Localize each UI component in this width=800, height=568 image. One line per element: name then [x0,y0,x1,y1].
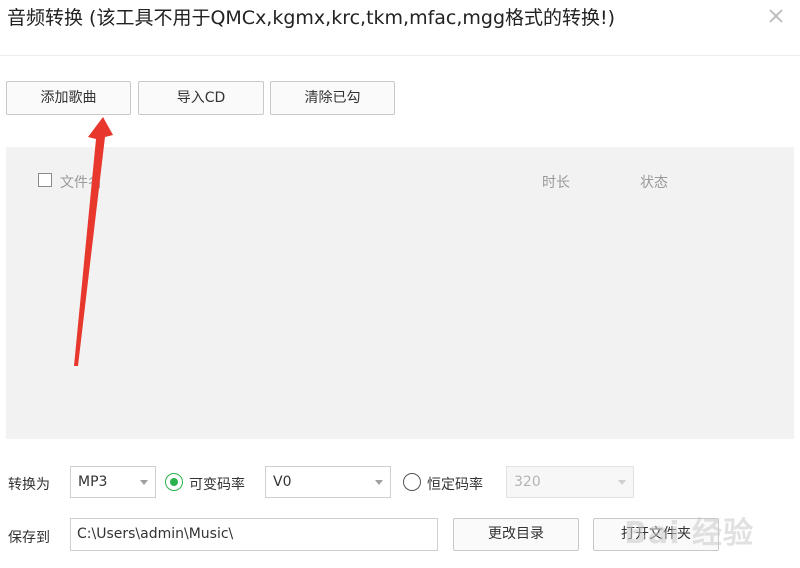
chevron-down-icon [375,480,383,485]
change-directory-button[interactable]: 更改目录 [453,518,579,551]
format-select-value: MP3 [78,474,108,490]
format-select[interactable]: MP3 [70,466,156,498]
file-list-panel[interactable] [6,147,794,439]
vbr-select-value: V0 [273,474,292,490]
cbr-radio[interactable] [403,473,421,491]
watermark: Bai 经验 [624,516,754,551]
cbr-select: 320 [506,466,634,498]
import-cd-button[interactable]: 导入CD [138,81,264,115]
chevron-down-icon [140,480,148,485]
save-path-input[interactable]: C:\Users\admin\Music\ [70,518,438,551]
clear-checked-button[interactable]: 清除已勾 [270,81,395,115]
convert-to-label: 转换为 [8,477,50,493]
save-to-label: 保存到 [8,530,50,546]
vbr-radio[interactable] [165,473,183,491]
cbr-select-value: 320 [514,474,541,490]
vbr-label[interactable]: 可变码率 [189,474,245,494]
chevron-down-icon [618,480,626,485]
column-header-duration[interactable]: 时长 [542,172,570,192]
column-header-status[interactable]: 状态 [640,172,668,192]
add-song-button[interactable]: 添加歌曲 [6,81,131,115]
column-header-filename[interactable]: 文件名 [60,172,102,192]
close-icon[interactable] [766,6,786,26]
window-title: 音频转换 (该工具不用于QMCx,kgmx,krc,tkm,mfac,mgg格式… [7,7,616,29]
select-all-checkbox[interactable] [38,173,52,187]
title-divider [0,55,800,56]
vbr-select[interactable]: V0 [265,466,391,498]
cbr-label[interactable]: 恒定码率 [427,474,483,494]
